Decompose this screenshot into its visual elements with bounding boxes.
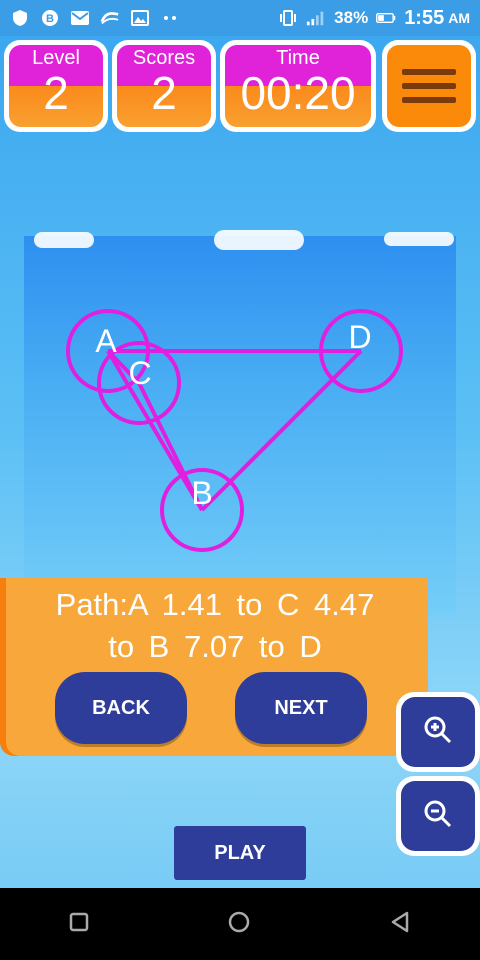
game-area[interactable]: A C D B bbox=[24, 230, 456, 616]
time-box: Time 00:20 bbox=[220, 40, 376, 132]
time-label: Time bbox=[276, 47, 320, 69]
back-button[interactable]: BACK bbox=[55, 672, 187, 744]
system-navbar bbox=[0, 888, 480, 960]
level-label: Level bbox=[32, 47, 80, 69]
back-nav-icon[interactable] bbox=[388, 910, 412, 939]
svg-text:B: B bbox=[46, 13, 54, 25]
swype-icon bbox=[100, 9, 120, 27]
edge-a-b bbox=[106, 349, 204, 512]
level-value: 2 bbox=[43, 67, 69, 119]
battery-percent: 38% bbox=[334, 8, 369, 27]
play-button[interactable]: PLAY bbox=[174, 826, 306, 880]
zoom-out-button[interactable] bbox=[396, 776, 480, 856]
scores-box: Scores 2 bbox=[112, 40, 216, 132]
edge-b-d bbox=[200, 349, 363, 512]
menu-icon[interactable] bbox=[387, 45, 471, 127]
node-c-label: C bbox=[128, 355, 151, 391]
node-d-label: D bbox=[348, 319, 371, 355]
status-bar: B 38% 1:55 AM bbox=[0, 0, 480, 36]
vibrate-icon bbox=[278, 9, 298, 27]
path-line-1: Path:A 1.41 to C 4.47 bbox=[55, 587, 375, 622]
signal-icon bbox=[306, 9, 326, 27]
clock-ampm: AM bbox=[448, 10, 470, 26]
graph-canvas[interactable]: A C D B bbox=[24, 236, 456, 616]
battery-icon bbox=[376, 9, 396, 27]
zoom-out-icon[interactable] bbox=[423, 799, 453, 834]
time-value: 00:20 bbox=[240, 67, 356, 119]
home-icon[interactable] bbox=[227, 910, 251, 939]
browser-icon: B bbox=[40, 9, 60, 27]
scores-label: Scores bbox=[132, 47, 196, 69]
path-info-panel: Path:A 1.41 to C 4.47 to B 7.07 to D BAC… bbox=[0, 578, 428, 756]
node-b-label: B bbox=[191, 475, 212, 511]
path-line-2: to B 7.07 to D bbox=[108, 629, 322, 664]
recents-icon[interactable] bbox=[68, 911, 90, 938]
more-dots-icon bbox=[160, 9, 180, 27]
node-a-label: A bbox=[95, 323, 117, 359]
clock: 1:55 bbox=[404, 6, 445, 29]
gallery-icon bbox=[130, 9, 150, 27]
zoom-in-button[interactable] bbox=[396, 692, 480, 772]
path-text: Path:A 1.41 to C 4.47 to B 7.07 to D bbox=[10, 584, 420, 668]
zoom-in-icon[interactable] bbox=[423, 715, 453, 750]
scores-value: 2 bbox=[151, 67, 177, 119]
gmail-icon bbox=[70, 9, 90, 27]
menu-button[interactable] bbox=[382, 40, 476, 132]
shield-icon bbox=[10, 9, 30, 27]
next-button[interactable]: NEXT bbox=[235, 672, 367, 744]
level-box: Level 2 bbox=[4, 40, 108, 132]
